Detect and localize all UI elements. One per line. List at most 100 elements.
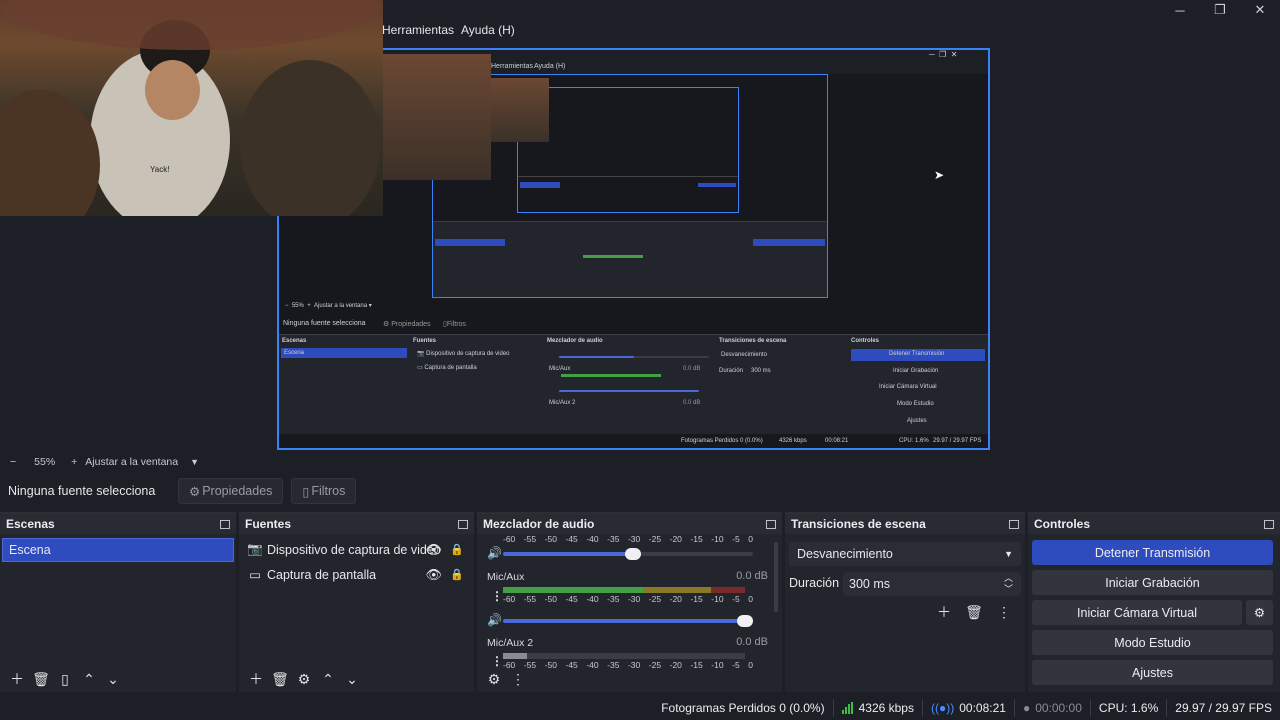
channel-menu-icon[interactable]: ⋮ xyxy=(491,589,503,603)
properties-label: Propiedades xyxy=(202,484,273,498)
stream-timer: ((●)) 00:08:21 xyxy=(931,701,1006,715)
channel-name: Mic/Aux xyxy=(487,571,525,583)
filters-button[interactable]: ▯ Filtros xyxy=(291,478,357,504)
lock-icon[interactable]: 🔒 xyxy=(450,543,464,556)
bitrate-value: 4326 kbps xyxy=(858,701,914,715)
filter-icon[interactable]: ▯ xyxy=(54,668,76,690)
zoom-in-button[interactable]: + xyxy=(71,456,77,468)
more-menu-icon[interactable]: ⋮ xyxy=(993,601,1015,623)
source-item[interactable]: 📷 Dispositivo de captura de video 👁 🔒 xyxy=(239,537,474,562)
sources-footer: ＋ 🗑 ⚙ ⌃ ⌄ xyxy=(239,666,474,692)
menu-herramientas[interactable]: Herramientas xyxy=(382,23,454,37)
db-tick-label: -35 xyxy=(607,594,620,604)
scene-item[interactable]: Escena xyxy=(2,538,234,562)
undock-icon[interactable] xyxy=(766,519,776,529)
spin-arrows-icon[interactable]: ︿ ﹀ xyxy=(1004,573,1013,595)
minimize-button[interactable]: ─ xyxy=(1160,0,1200,20)
duration-label: Duración xyxy=(789,576,840,590)
transition-select-value: Desvanecimiento xyxy=(797,547,893,561)
mixer-footer: ⚙ ⋮ xyxy=(477,666,782,692)
db-tick-label: -10 xyxy=(711,534,724,544)
scene-item-label: Escena xyxy=(9,543,51,557)
undock-icon[interactable] xyxy=(1264,519,1274,529)
stream-time-value: 00:08:21 xyxy=(959,701,1006,715)
nested-ctrl-3: Modo Estudio xyxy=(897,401,934,407)
window-controls: ─ ❐ ✕ xyxy=(1160,0,1280,20)
db-scale: -60 -55 -50 -45 -40 -35 -30 -25 -20 -15 -10 -5 0 xyxy=(503,594,753,606)
nested-mixer-title: Mezclador de audio xyxy=(547,338,603,344)
chevron-up-icon[interactable]: ⌃ xyxy=(78,668,100,690)
properties-button[interactable]: ⚙ Propiedades xyxy=(178,478,284,504)
record-icon: ● xyxy=(1022,701,1031,715)
nested-micaux: Mic/Aux xyxy=(549,366,571,372)
virtual-camera-gear-icon[interactable]: ⚙ xyxy=(1246,600,1273,625)
db-tick-label: -30 xyxy=(627,594,641,604)
add-icon[interactable]: ＋ xyxy=(933,601,955,623)
db-tick-label: -40 xyxy=(586,594,599,604)
nested-ctrl-0: Detener Transmisión xyxy=(889,351,945,357)
eye-icon[interactable]: 👁 xyxy=(425,567,442,583)
undock-icon[interactable] xyxy=(1009,519,1019,529)
chevron-down-icon[interactable]: ⌄ xyxy=(102,668,124,690)
gear-icon[interactable]: ⚙ xyxy=(293,668,315,690)
transition-select[interactable]: Desvanecimiento ▼ xyxy=(789,542,1021,566)
db-tick-label: -40 xyxy=(586,534,599,544)
menu-ayuda[interactable]: Ayuda (H) xyxy=(461,23,515,37)
webcam-shirt-text: Yack! xyxy=(150,165,170,174)
advanced-audio-gear-icon[interactable]: ⚙ xyxy=(483,668,505,690)
fit-dropdown-icon[interactable]: ▼ xyxy=(190,457,199,467)
nested-preview-3 xyxy=(517,87,739,213)
mixer-title: Mezclador de audio xyxy=(483,517,595,531)
sources-title: Fuentes xyxy=(245,517,292,531)
restore-button[interactable]: ❐ xyxy=(1200,0,1240,20)
add-icon[interactable]: ＋ xyxy=(6,668,28,690)
preview-area[interactable]: Herramientas Ayuda (H) ─ ❐ ✕ − 55% + Aju… xyxy=(0,0,1280,452)
nested-micaux-db: 0.0 dB xyxy=(683,366,701,372)
mixer-scrollbar[interactable] xyxy=(774,542,778,612)
speaker-icon[interactable]: 🔊 xyxy=(487,546,502,560)
db-tick-label: -20 xyxy=(669,594,682,604)
add-icon[interactable]: ＋ xyxy=(245,668,267,690)
more-menu-icon[interactable]: ⋮ xyxy=(507,668,529,690)
chevron-up-icon[interactable]: ⌃ xyxy=(317,668,339,690)
nested-filters: ▯Filtros xyxy=(443,321,466,328)
zoom-level: 55% xyxy=(34,456,56,468)
source-item[interactable]: ▭ Captura de pantalla 👁 🔒 xyxy=(239,562,474,587)
duration-spinbox[interactable]: 300 ms ︿ ﹀ xyxy=(843,572,1021,596)
speaker-icon[interactable]: 🔊 xyxy=(487,613,502,627)
nested-trans-value: Desvanecimiento xyxy=(721,352,768,358)
chevron-down-icon[interactable]: ⌄ xyxy=(341,668,363,690)
studio-mode-button[interactable]: Modo Estudio xyxy=(1032,630,1273,655)
volume-slider[interactable] xyxy=(503,615,753,627)
channel-db: 0.0 dB xyxy=(736,570,768,582)
close-button[interactable]: ✕ xyxy=(1240,0,1280,20)
settings-button[interactable]: Ajustes xyxy=(1032,660,1273,685)
start-virtual-camera-button[interactable]: Iniciar Cámara Virtual xyxy=(1032,600,1242,625)
source-item-label: Dispositivo de captura de video xyxy=(267,542,441,557)
zoom-out-button[interactable]: − xyxy=(10,456,16,468)
nested-zoom: − 55% + Ajustar a la ventana ▾ xyxy=(285,303,372,309)
undock-icon[interactable] xyxy=(220,519,230,529)
nested-micaux2: Mic/Aux 2 xyxy=(549,400,576,406)
nested-controls-title: Controles xyxy=(851,338,880,344)
eye-icon[interactable]: 👁 xyxy=(425,542,442,558)
nested-no-source: Ninguna fuente selecciona xyxy=(283,320,366,327)
db-tick-label: -5 xyxy=(732,534,740,544)
start-recording-button[interactable]: Iniciar Grabación xyxy=(1032,570,1273,595)
trash-icon[interactable]: 🗑 xyxy=(30,668,52,690)
fps-indicator: 29.97 / 29.97 FPS xyxy=(1175,701,1272,715)
mixer-body: -60 -55 -50 -45 -40 -35 -30 -25 -20 -15 -10 -5 0 🔊 M… xyxy=(477,534,782,668)
trash-icon[interactable]: 🗑 xyxy=(269,668,291,690)
cursor-icon: ➤ xyxy=(934,168,945,182)
lock-icon[interactable]: 🔒 xyxy=(450,568,464,581)
nested-scenes-title: Escenas xyxy=(282,338,307,344)
undock-icon[interactable] xyxy=(458,519,468,529)
volume-slider[interactable] xyxy=(503,548,753,560)
nested-trans-title: Transiciones de escena xyxy=(719,338,787,344)
db-tick-label: -50 xyxy=(544,594,557,604)
level-meter xyxy=(503,653,745,659)
db-tick-label: 0 xyxy=(748,594,753,604)
scenes-title: Escenas xyxy=(6,517,55,531)
stop-stream-button[interactable]: Detener Transmisión xyxy=(1032,540,1273,565)
trash-icon[interactable]: 🗑 xyxy=(963,601,985,623)
